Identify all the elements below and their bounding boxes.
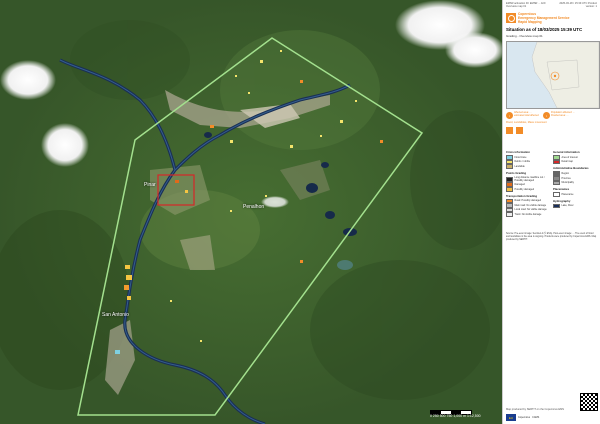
legend-right-column: General information Area of interest Detai… <box>553 148 597 217</box>
stat-population-text: Population affected: ... Flooded area: .… <box>551 111 575 118</box>
legend-heading: General information <box>553 150 580 155</box>
scale-bar-label: 0 250 500 750 1,000 m 1:12,500 <box>430 414 481 418</box>
legend-swatch <box>553 159 560 165</box>
legend-label: Debris / rubble <box>514 160 531 164</box>
legend-heading: Administrative Boundaries <box>553 166 589 171</box>
landslide-icon <box>516 127 523 135</box>
panel-header: EMSR activation ID: EMSR ... AOI: Overvi… <box>506 2 597 10</box>
locator-map-graphic <box>507 41 600 109</box>
legend-label: Area of interest <box>561 155 578 159</box>
legend-left-column: Crisis information Flood trace Debris / ru… <box>506 148 550 217</box>
credits-text: Source: Pre-event image: Sentinel-2 (© E… <box>506 233 597 241</box>
qr-code-icon[interactable] <box>580 393 598 411</box>
legend-label: Main road: No visible damage <box>514 203 547 207</box>
hazard-type: Flood, Landslides, Mass movement <box>506 121 547 125</box>
brand-text: Copernicus Emergency Management Service … <box>518 12 570 24</box>
legend-label: Lake, River <box>561 204 574 208</box>
legend-swatch <box>506 212 513 217</box>
legend-heading: Points Grading <box>506 170 527 175</box>
legend-label: Landslide <box>514 165 525 169</box>
legend-label: Track: No visible damage <box>514 213 542 217</box>
legend-label: Possibly damaged <box>514 187 535 191</box>
legend: Crisis information Flood trace Debris / ru… <box>506 148 597 217</box>
legend-item: Possibly damaged <box>506 187 550 192</box>
legend-heading: Crisis information <box>506 150 530 155</box>
legend-label: Long distance road/line not / Possibly d… <box>514 175 545 183</box>
legend-item: Detail map <box>553 159 597 165</box>
legend-swatch <box>553 203 560 209</box>
stat-affected-area-text: Affected area: ... estimated total affec… <box>514 111 539 118</box>
legend-swatch <box>553 192 560 197</box>
legend-item: Municipality <box>553 180 597 186</box>
legend-item: Lake, River <box>553 203 597 209</box>
producer-note: Map produced by SERTIT on the Copernicus… <box>506 407 565 411</box>
scale-bar: 0 250 500 750 1,000 m 1:12,500 <box>430 410 488 422</box>
legend-label: Province <box>561 176 571 180</box>
map-subtitle: Grading - Overview map 01 <box>506 34 543 39</box>
legend-label: Local road: No visible damage <box>514 208 547 212</box>
panel-footer: Map produced by SERTIT on the Copernicus… <box>506 393 598 421</box>
legend-item: Track: No visible damage <box>506 212 550 217</box>
hazard-icons <box>506 127 597 135</box>
copernicus-logo: Copernicus <box>518 416 531 419</box>
cgms-logo: CGMS <box>532 416 540 419</box>
copernicus-ems-logo-icon <box>506 13 516 23</box>
map-title: Situation as of 18/03/2025 15:39 UTC <box>506 27 583 33</box>
legend-label: Placename <box>561 192 574 196</box>
flood-icon <box>506 127 513 135</box>
stat-population: i Population affected: ... Flooded area:… <box>543 111 577 120</box>
legend-item: Landslide <box>506 164 550 169</box>
legend-label: Municipality <box>561 181 575 185</box>
locator-map <box>506 41 600 110</box>
legend-heading: Hydrography <box>553 198 571 203</box>
legend-label: Region <box>561 172 570 176</box>
legend-swatch <box>553 180 560 186</box>
brand-row: Copernicus Emergency Management Service … <box>506 12 597 24</box>
legend-heading: Placenames <box>553 187 570 192</box>
legend-swatch <box>506 164 513 169</box>
legend-label: Detail map <box>561 160 573 164</box>
satellite-map[interactable]: Pinar Penalhon San Antonio 0 250 500 750… <box>0 0 502 424</box>
legend-item: Placename <box>553 192 597 197</box>
activation-id: EMSR activation ID: EMSR ... AOI: Overvi… <box>506 2 547 9</box>
legend-heading: Transportation Grading <box>506 193 538 198</box>
eu-flag-icon: EU <box>506 414 516 421</box>
place-label-penalhon: Penalhon <box>243 204 265 210</box>
footer-logos: EU Copernicus CGMS <box>506 414 598 421</box>
impact-stats: i Affected area: ... estimated total aff… <box>506 111 597 120</box>
legend-label: Road: Possibly damaged <box>514 199 542 203</box>
map-info-panel: EMSR activation ID: EMSR ... AOI: Overvi… <box>502 0 600 424</box>
info-icon: i <box>543 112 550 120</box>
legend-label: Damaged <box>514 183 525 187</box>
legend-swatch <box>506 187 513 192</box>
legend-swatch <box>506 176 513 182</box>
info-icon: i <box>506 112 513 120</box>
stat-affected-area: i Affected area: ... estimated total aff… <box>506 111 540 120</box>
map-canvas <box>0 0 502 424</box>
place-label-san-antonio: San Antonio <box>102 312 129 318</box>
place-label-pinar: Pinar <box>144 182 156 188</box>
brand-line-3: Rapid Mapping <box>518 19 542 24</box>
product-date: 2025-03-18 / 15:39 UTC Product version: … <box>559 2 597 9</box>
legend-label: Flood trace <box>514 155 527 159</box>
